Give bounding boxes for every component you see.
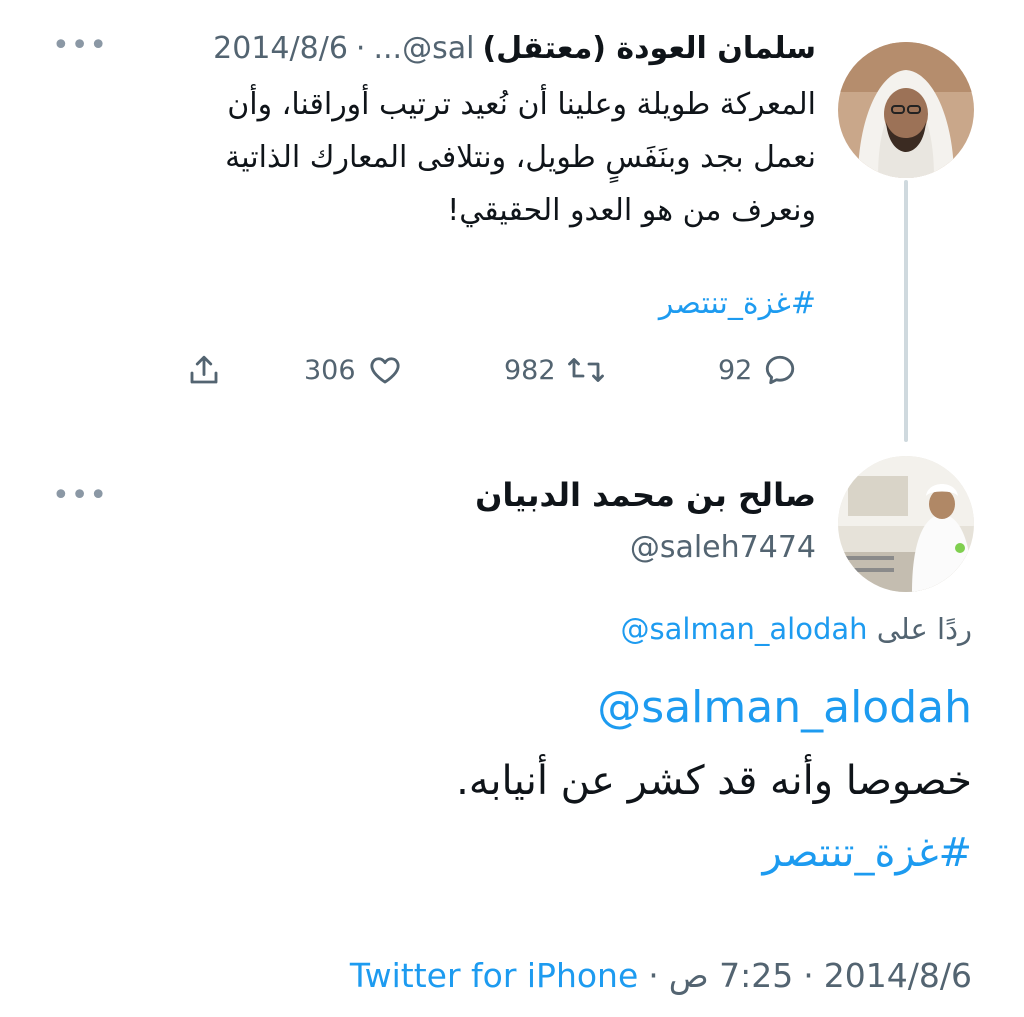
parent-tweet-header: سلمان العودة (معتقل) ...@sal · 2014/8/6 [96,24,816,72]
reply-author-handle[interactable]: @saleh7474 [630,530,816,565]
reply-mention-link[interactable]: @salman_alodah [597,682,972,733]
retweet-count: 982 [504,354,556,386]
reply-avatar[interactable] [838,456,974,592]
replying-to-line: ردًا على @salman_alodah [621,612,972,646]
parent-text-line: نعمل بجد وبنَفَسٍ طويل، ونتلافى المعارك … [225,140,816,175]
footer-separator: · [648,956,659,995]
thread-connector-line [904,180,908,442]
replying-to-link[interactable]: @salman_alodah [621,612,868,646]
reply-icon [762,352,798,388]
retweet-action[interactable]: 982 [504,352,606,388]
tweet-time[interactable]: 7:25 ص [669,956,794,995]
share-action[interactable] [186,352,222,388]
parent-meta-separator: · [355,30,366,66]
reply-hashtag-link[interactable]: #غزة_تنتصر [763,830,973,876]
parent-text-line: ونعرف من هو العدو الحقيقي! [447,193,816,228]
reply-more-icon[interactable]: ••• [52,481,108,511]
replying-to-prefix: ردًا على [876,612,972,646]
heart-icon [366,352,404,388]
reply-tweet-text: خصوصا وأنه قد كشر عن أنيابه. [456,758,972,804]
tweet-date[interactable]: 2014/8/6 [824,956,972,995]
retweet-icon [566,352,606,388]
reply-footer-meta: Twitter for iPhone · 7:25 ص · 2014/8/6 [350,956,972,995]
parent-tweet-text: المعركة طويلة وعلينا أن نُعيد ترتيب أورا… [76,78,816,237]
parent-date[interactable]: 2014/8/6 [213,31,348,66]
parent-avatar[interactable] [838,42,974,178]
parent-author-name[interactable]: سلمان العودة (معتقل) [482,31,816,66]
tweet-source-link[interactable]: Twitter for iPhone [350,956,638,995]
reply-author-name[interactable]: صالح بن محمد الدبيان [475,476,816,514]
reply-action[interactable]: 92 [718,352,798,388]
parent-author-handle[interactable]: ...@sal [373,31,474,66]
parent-text-line: المعركة طويلة وعلينا أن نُعيد ترتيب أورا… [227,87,816,122]
parent-hashtag-link[interactable]: #غزة_تنتصر [659,286,816,321]
like-count: 306 [304,354,356,386]
like-action[interactable]: 306 [304,352,404,388]
share-icon [186,352,222,388]
reply-count: 92 [718,354,753,386]
footer-separator: · [803,956,814,995]
